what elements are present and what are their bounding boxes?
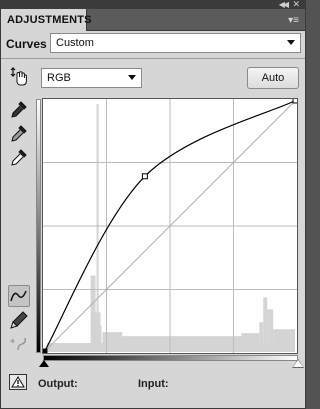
panel-menu-icon[interactable]: ▾≡ <box>288 15 299 26</box>
smooth-curve-icon[interactable] <box>8 332 30 354</box>
channel-dropdown[interactable]: RGB <box>41 68 142 88</box>
adjustments-panel: ◀◀ ✕ ADJUSTMENTS ▾≡ Curves Custom RGB Au… <box>0 0 306 409</box>
curve-control-point[interactable] <box>141 173 148 180</box>
output-readout-label: Output: <box>38 378 78 390</box>
curves-graph[interactable] <box>42 98 298 354</box>
eyedropper-black-icon[interactable] <box>8 98 30 120</box>
pencil-icon[interactable] <box>8 309 30 331</box>
curves-graph-canvas[interactable] <box>42 98 298 354</box>
adjustment-type-label: Curves <box>6 37 47 51</box>
chevron-down-icon <box>287 40 295 45</box>
curve-control-point[interactable] <box>292 98 298 104</box>
curve-tool-icon[interactable] <box>8 285 30 307</box>
preset-value: Custom <box>56 37 94 49</box>
histogram <box>46 103 296 353</box>
eyedropper-white-icon[interactable] <box>8 146 30 168</box>
panel-tab-bar: ADJUSTMENTS ▾≡ <box>1 9 305 31</box>
input-gradient-bar <box>43 355 298 361</box>
panel-top-strip: ◀◀ ✕ <box>1 0 305 9</box>
clipping-warning-icon[interactable] <box>9 374 27 390</box>
preset-dropdown[interactable]: Custom <box>50 33 301 53</box>
eyedropper-gray-icon[interactable] <box>8 122 30 144</box>
divider <box>1 58 305 59</box>
input-readout-label: Input: <box>138 378 169 390</box>
double-chevron-left-icon[interactable]: ◀◀ <box>279 0 289 9</box>
channel-value: RGB <box>47 72 71 84</box>
white-point-slider[interactable] <box>293 360 303 367</box>
curve-control-point[interactable] <box>42 348 48 354</box>
black-point-slider[interactable] <box>39 360 49 367</box>
hand-target-icon[interactable] <box>8 65 30 87</box>
auto-button[interactable]: Auto <box>247 67 299 89</box>
chevron-down-icon <box>128 75 136 80</box>
tab-adjustments[interactable]: ADJUSTMENTS <box>1 9 92 31</box>
output-gradient-bar <box>36 99 41 353</box>
